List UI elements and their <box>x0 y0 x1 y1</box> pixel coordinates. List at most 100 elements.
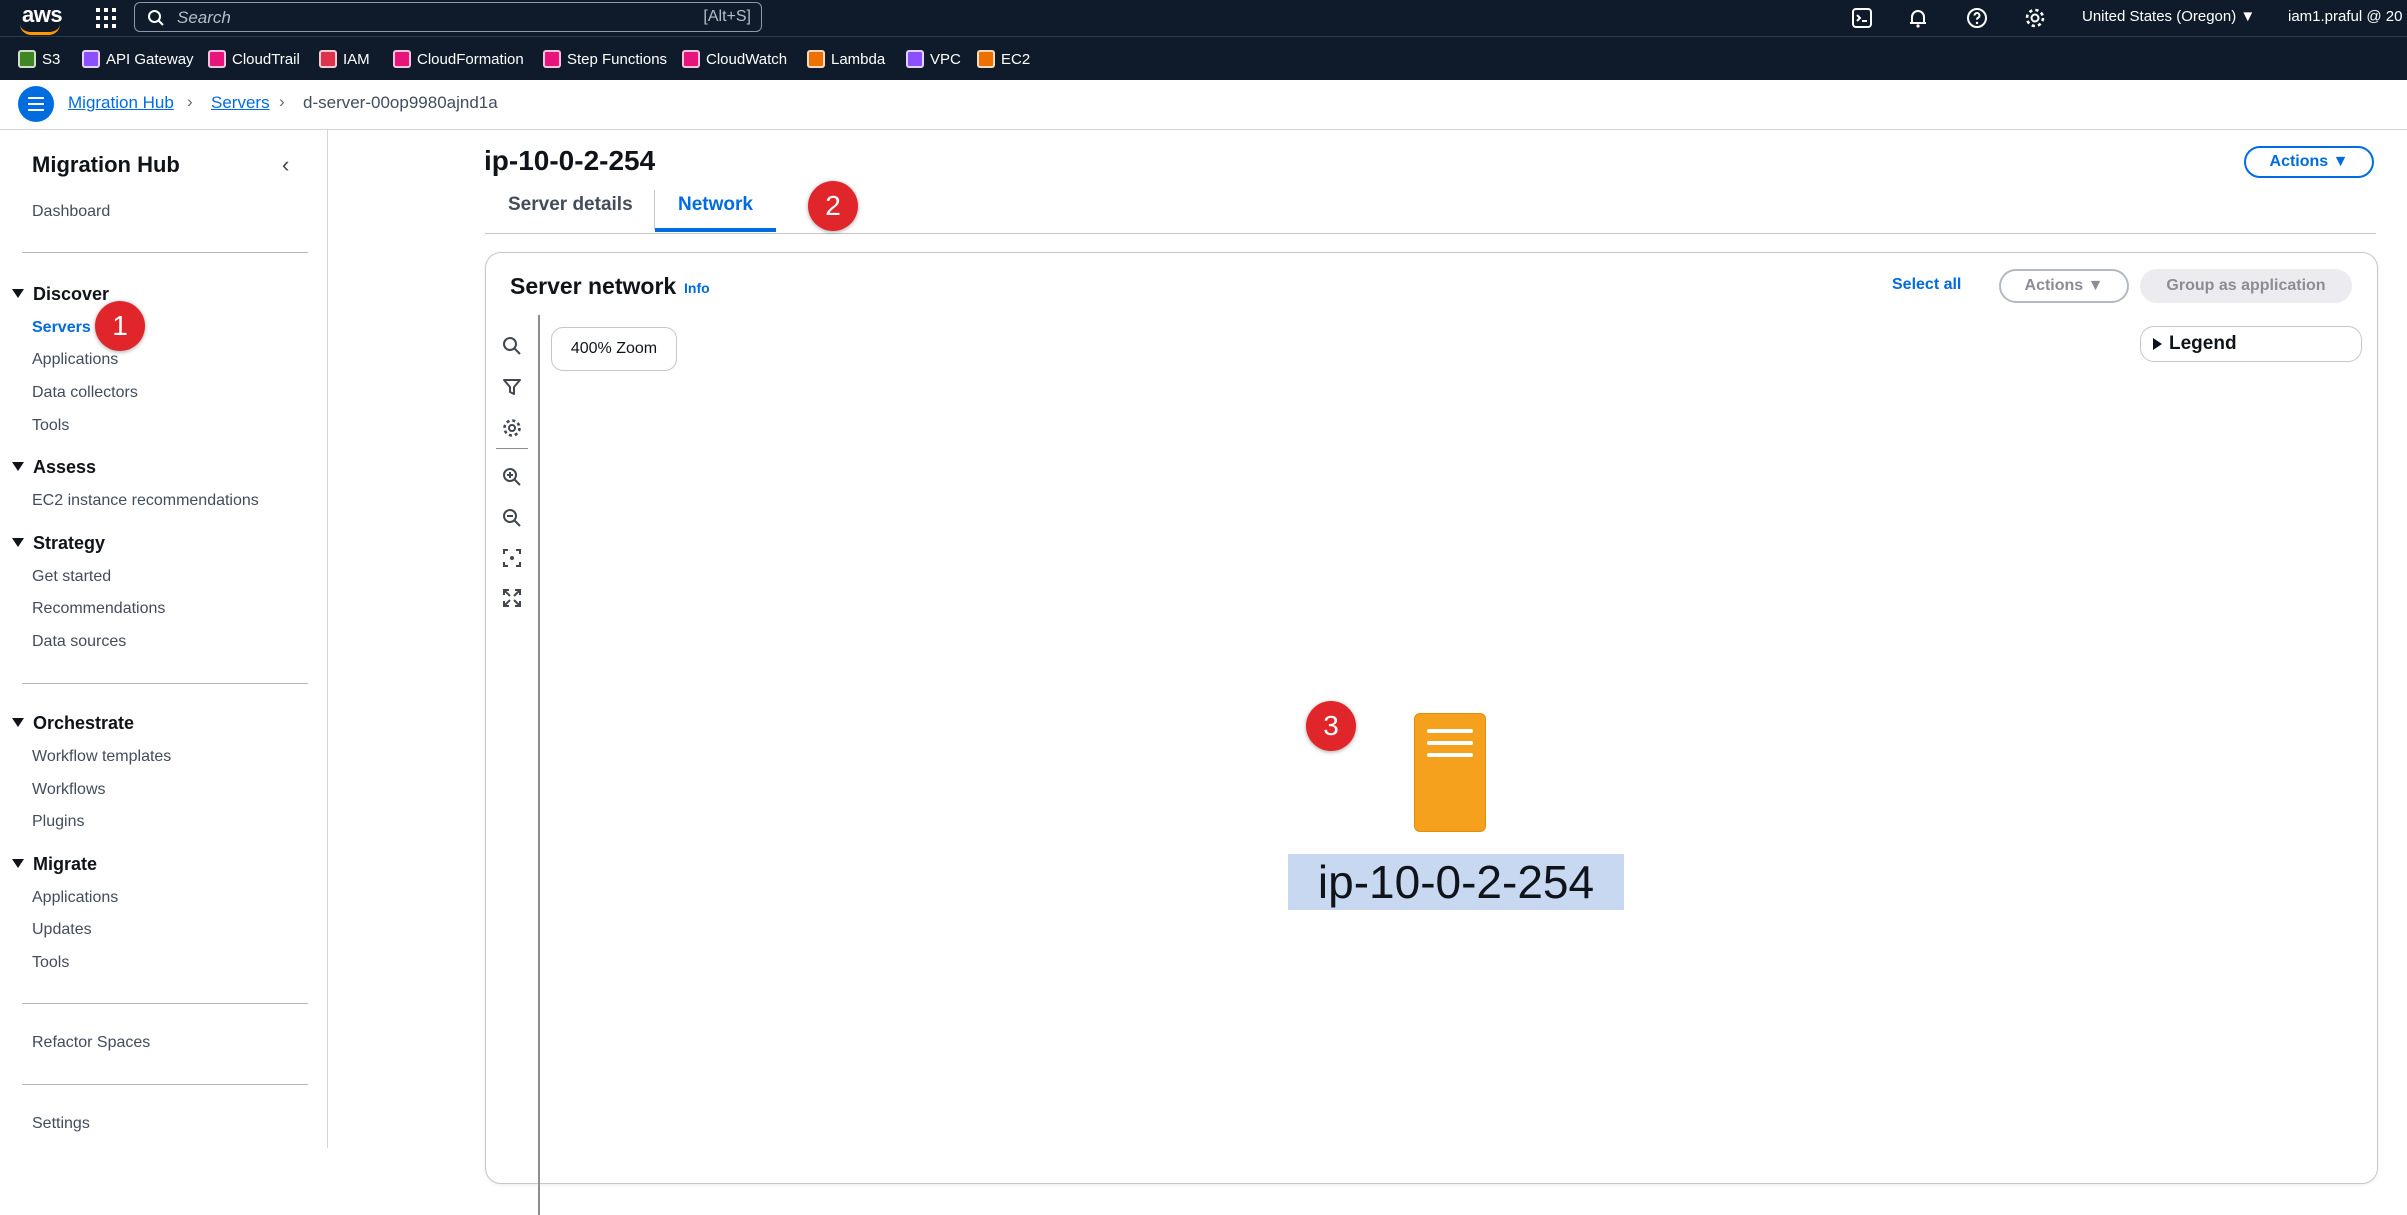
lambda-icon <box>807 50 825 69</box>
graph-toolbar <box>486 315 540 1215</box>
favorite-vpc[interactable]: VPC <box>906 50 961 70</box>
sidebar-section-assess[interactable]: Assess <box>12 457 96 478</box>
sidebar-item-data-collectors[interactable]: Data collectors <box>32 384 138 402</box>
sidebar-item-dashboard[interactable]: Dashboard <box>32 203 110 221</box>
favorite-cloudwatch[interactable]: CloudWatch <box>682 50 787 70</box>
favorite-api-gateway[interactable]: API Gateway <box>82 50 194 70</box>
tab-server-details[interactable]: Server details <box>508 194 633 216</box>
annotation-badge-2: 2 <box>808 181 858 231</box>
zoom-level-indicator: 400% Zoom <box>551 327 677 371</box>
account-menu[interactable]: iam1.praful @ 20 <box>2288 8 2402 25</box>
panel-actions-button[interactable]: Actions ▼ <box>1999 269 2129 303</box>
active-tab-indicator <box>655 228 776 232</box>
zoom-out-icon[interactable] <box>501 507 523 529</box>
sidebar-divider <box>22 683 308 684</box>
sidebar-item-get-started[interactable]: Get started <box>32 568 111 586</box>
top-navigation-bar: aws Search [Alt+S] United States (Oregon… <box>0 0 2407 36</box>
sidebar-item-migrate-applications[interactable]: Applications <box>32 889 118 907</box>
sidebar-item-recommendations[interactable]: Recommendations <box>32 600 165 618</box>
chevron-right-icon: › <box>187 92 193 111</box>
breadcrumb-servers[interactable]: Servers <box>211 93 270 113</box>
sidebar-section-strategy[interactable]: Strategy <box>12 533 105 554</box>
fit-to-screen-icon[interactable] <box>501 547 523 569</box>
cloudshell-icon[interactable] <box>1850 6 1874 30</box>
sidebar-item-tools[interactable]: Tools <box>32 417 69 435</box>
server-node-label[interactable]: ip-10-0-2-254 <box>1288 854 1624 910</box>
sidebar-divider <box>22 1003 308 1004</box>
region-selector[interactable]: United States (Oregon) ▼ <box>2082 8 2255 25</box>
cloudtrail-icon <box>208 50 226 69</box>
sidebar-item-servers[interactable]: Servers <box>32 319 91 337</box>
bell-icon[interactable] <box>1906 6 1930 30</box>
sidebar-item-ec2-recommendations[interactable]: EC2 instance recommendations <box>32 492 259 510</box>
favorite-iam[interactable]: IAM <box>319 50 370 70</box>
breadcrumb-migration-hub[interactable]: Migration Hub <box>68 93 174 113</box>
sidebar-title: Migration Hub <box>32 152 180 177</box>
search-icon[interactable] <box>501 335 523 357</box>
side-navigation: Migration Hub ‹ Dashboard Discover Serve… <box>0 130 328 1148</box>
sidebar-item-applications[interactable]: Applications <box>32 351 118 369</box>
sidebar-item-workflow-templates[interactable]: Workflow templates <box>32 748 171 766</box>
s3-icon <box>18 50 36 69</box>
search-input[interactable]: Search [Alt+S] <box>134 2 762 32</box>
sidebar-item-migrate-tools[interactable]: Tools <box>32 954 69 972</box>
tab-network[interactable]: Network <box>678 194 753 216</box>
caret-down-icon <box>12 289 24 298</box>
favorite-lambda[interactable]: Lambda <box>807 50 885 70</box>
sidebar-item-workflows[interactable]: Workflows <box>32 781 106 799</box>
zoom-in-icon[interactable] <box>501 466 523 488</box>
caret-down-icon: ▼ <box>2087 277 2104 294</box>
favorite-cloudtrail[interactable]: CloudTrail <box>208 50 300 70</box>
caret-right-icon <box>2153 338 2162 350</box>
ec2-icon <box>977 50 995 69</box>
favorite-step-functions[interactable]: Step Functions <box>543 50 667 70</box>
favorite-cloudformation[interactable]: CloudFormation <box>393 50 524 70</box>
sidebar-item-updates[interactable]: Updates <box>32 921 92 939</box>
annotation-badge-1: 1 <box>95 301 145 351</box>
page-title: ip-10-0-2-254 <box>484 145 656 176</box>
sidebar-divider <box>22 1084 308 1085</box>
gear-icon[interactable] <box>501 417 523 439</box>
toolbar-divider <box>496 448 528 449</box>
help-icon[interactable] <box>1965 6 1989 30</box>
tab-separator <box>654 190 655 230</box>
fullscreen-icon[interactable] <box>501 587 523 609</box>
caret-down-icon <box>12 718 24 727</box>
sidebar-section-orchestrate[interactable]: Orchestrate <box>12 713 134 734</box>
chevron-right-icon: › <box>279 92 285 111</box>
breadcrumb-current: d-server-00op9980ajnd1a <box>303 93 498 112</box>
caret-down-icon <box>12 859 24 868</box>
sidebar-item-settings[interactable]: Settings <box>32 1115 90 1133</box>
services-grid-icon[interactable] <box>94 6 118 30</box>
sidebar-item-data-sources[interactable]: Data sources <box>32 633 126 651</box>
favorites-bar: S3 API Gateway CloudTrail IAM CloudForma… <box>0 36 2407 80</box>
server-node-icon[interactable] <box>1414 713 1486 832</box>
legend-label: Legend <box>2169 333 2237 354</box>
search-icon <box>148 10 164 26</box>
legend-toggle[interactable]: Legend <box>2140 326 2362 362</box>
sidebar-item-plugins[interactable]: Plugins <box>32 813 84 831</box>
api-gateway-icon <box>82 50 100 69</box>
breadcrumb: Migration Hub › Servers › d-server-00op9… <box>0 80 2407 130</box>
favorite-ec2[interactable]: EC2 <box>977 50 1030 70</box>
panel-title: Server network <box>510 273 677 299</box>
sidebar-divider <box>22 252 308 253</box>
actions-dropdown-button[interactable]: Actions ▼ <box>2244 146 2374 178</box>
group-as-application-button[interactable]: Group as application <box>2140 269 2352 303</box>
sidebar-section-migrate[interactable]: Migrate <box>12 854 97 875</box>
info-link[interactable]: Info <box>684 280 710 296</box>
select-all-button[interactable]: Select all <box>1892 276 1961 294</box>
vpc-icon <box>906 50 924 69</box>
sidebar-item-refactor-spaces[interactable]: Refactor Spaces <box>32 1034 150 1052</box>
sidebar-section-discover[interactable]: Discover <box>12 284 109 305</box>
gear-icon[interactable] <box>2023 6 2047 30</box>
step-functions-icon <box>543 50 561 69</box>
menu-toggle-button[interactable] <box>18 86 54 122</box>
cloudformation-icon <box>393 50 411 69</box>
favorite-s3[interactable]: S3 <box>18 50 60 70</box>
annotation-badge-3: 3 <box>1306 701 1356 751</box>
filter-icon[interactable] <box>501 376 523 398</box>
search-placeholder: Search <box>177 8 231 27</box>
tabs-divider <box>485 233 2376 234</box>
chevron-left-icon[interactable]: ‹ <box>282 152 289 178</box>
